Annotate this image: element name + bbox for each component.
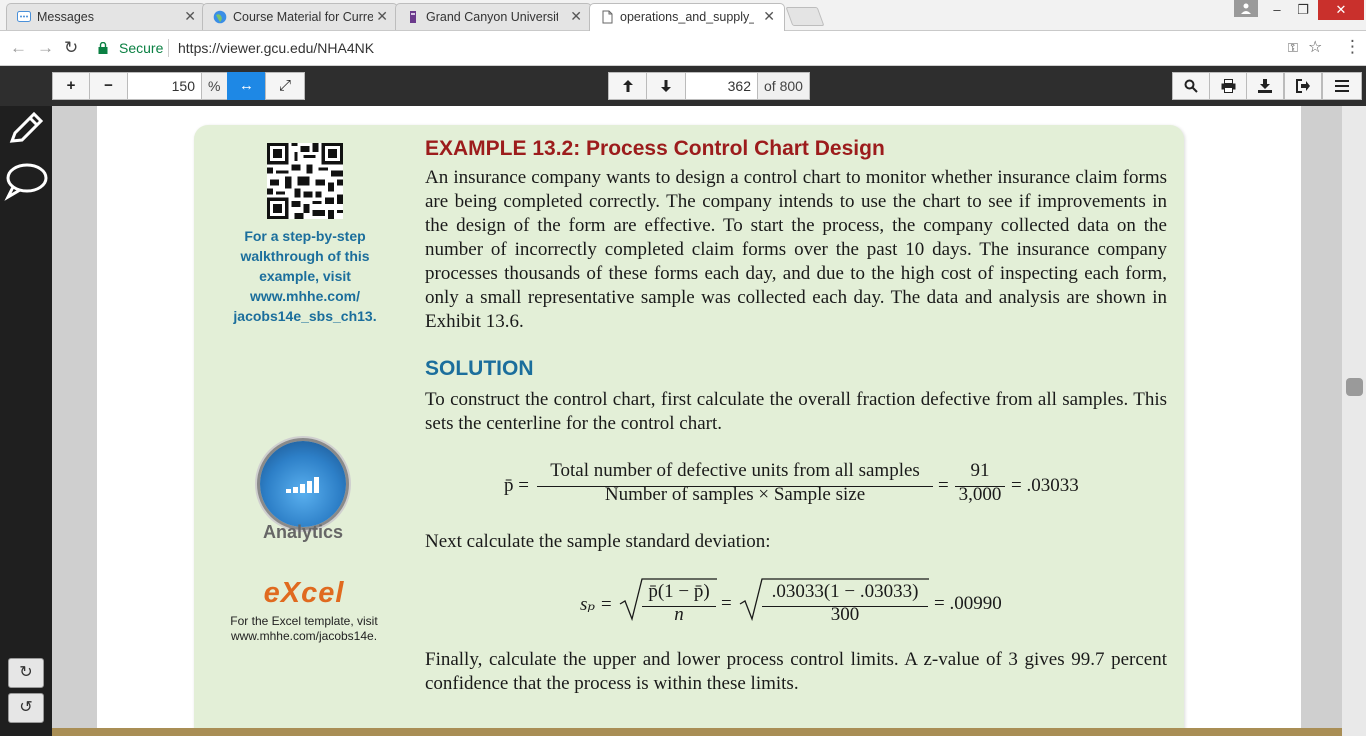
close-icon[interactable]: ✕ [763, 8, 775, 25]
exit-icon [1295, 79, 1310, 93]
download-icon [1258, 79, 1272, 93]
eq2-num2: .03033(1 − .03033) [771, 581, 919, 602]
comment-icon[interactable] [4, 161, 48, 206]
walkthrough-note: For a step-by-step walkthrough of this e… [233, 228, 377, 324]
print-button[interactable] [1209, 72, 1247, 100]
forward-arrow-icon[interactable]: → [37, 38, 54, 58]
eq1-num2: 91 [970, 460, 990, 481]
rotate-clockwise-button[interactable]: ↻ [8, 658, 44, 688]
close-icon[interactable]: ✕ [376, 8, 388, 25]
tab-course-material[interactable]: Course Material for Curre ✕ [202, 3, 398, 30]
zoom-unit: % [201, 72, 228, 100]
scrollbar-thumb[interactable] [1346, 378, 1363, 396]
eq2-den2: 300 [830, 604, 860, 625]
pencil-icon[interactable] [6, 109, 46, 154]
search-button[interactable] [1172, 72, 1210, 100]
gcu-icon [406, 10, 420, 24]
viewer-toolbar: + − 150 % ↔ ⤢ 362 of 800 [0, 66, 1366, 106]
vertical-scrollbar[interactable] [1342, 106, 1366, 736]
url-text: https://viewer.gcu.edu/NHA4NK [178, 40, 375, 56]
close-window-button[interactable]: ✕ [1318, 0, 1364, 20]
tab-strip: Messages ✕ Course Material for Curre ✕ G… [0, 0, 1366, 31]
tab-label: Grand Canyon University [426, 10, 558, 24]
document-viewport: For a step-by-step walkthrough of this e… [52, 106, 1342, 736]
fit-width-button[interactable]: ↔ [227, 72, 266, 100]
fullscreen-button[interactable]: ⤢ [265, 72, 305, 100]
next-sentence: Next calculate the sample standard devia… [425, 531, 771, 552]
arrow-down-icon [661, 80, 671, 92]
eq2-den: n [674, 604, 684, 625]
lock-icon [98, 36, 108, 62]
eq2-num: p̄(1 − p̄) [648, 581, 710, 602]
page-total: of 800 [757, 72, 810, 100]
address-bar: ← → ↻ Secure https://viewer.gcu.edu/NHA4… [0, 31, 1366, 66]
star-icon[interactable]: ☆ [1308, 36, 1322, 60]
tab-label: Messages [37, 10, 94, 24]
excel-note: For the Excel template, visit www.mhhe.c… [230, 614, 378, 643]
eq1-numerator: Total number of defective units from all… [550, 460, 920, 481]
minimize-button[interactable]: – [1264, 0, 1290, 20]
document-icon [600, 10, 614, 24]
eq1-equals: = [938, 475, 949, 496]
analytics-icon [260, 441, 346, 527]
rotate-counterclockwise-button[interactable]: ↺ [8, 693, 44, 723]
hamburger-icon [1335, 80, 1349, 92]
solution-heading: SOLUTION [425, 357, 534, 380]
tab-messages[interactable]: Messages ✕ [6, 3, 206, 30]
eq1-result: = .03033 [1011, 475, 1079, 496]
globe-icon [213, 10, 227, 24]
zoom-out-button[interactable]: − [89, 72, 128, 100]
profile-icon[interactable] [1234, 0, 1258, 17]
print-icon [1221, 79, 1235, 93]
zoom-in-button[interactable]: + [52, 72, 90, 100]
tab-label: Course Material for Curre [233, 10, 373, 24]
tab-gcu[interactable]: Grand Canyon University ✕ [395, 3, 592, 30]
back-arrow-icon[interactable]: ← [10, 38, 27, 58]
qr-code [267, 143, 343, 219]
example-title: EXAMPLE 13.2: Process Control Chart Desi… [425, 137, 885, 160]
eq2-equals: = [721, 593, 732, 614]
eq1-den2: 3,000 [958, 484, 1002, 505]
zoom-input[interactable]: 150 [127, 72, 202, 100]
search-icon [1184, 79, 1198, 93]
url-field[interactable]: Secure https://viewer.gcu.edu/NHA4NK ⚿ ☆ [92, 36, 1342, 60]
prev-page-button[interactable] [608, 72, 647, 100]
solution-paragraph: To construct the control chart, first ca… [425, 389, 1167, 434]
menu-dots-icon[interactable]: ⋮ [1344, 37, 1361, 57]
excel-logo: eXcel [263, 577, 345, 609]
secure-label: Secure [119, 40, 164, 56]
analytics-label: Analytics [262, 522, 344, 542]
menu-button[interactable] [1322, 72, 1362, 100]
annotation-rail: ↻ ↺ [0, 106, 52, 736]
eq2-result: = .00990 [934, 593, 1002, 614]
final-paragraph: Finally, calculate the upper and lower p… [425, 649, 1167, 694]
eq1-denominator: Number of samples × Sample size [604, 484, 866, 505]
desktop-strip [52, 728, 1342, 736]
download-button[interactable] [1246, 72, 1284, 100]
messages-icon [17, 10, 31, 24]
tab-operations-pdf[interactable]: operations_and_supply_c ✕ [589, 3, 785, 31]
next-page-button[interactable] [646, 72, 686, 100]
eq2-lhs: sₚ = [580, 594, 613, 615]
example-box: For a step-by-step walkthrough of this e… [194, 125, 1184, 736]
close-icon[interactable]: ✕ [570, 8, 582, 25]
reload-icon[interactable]: ↻ [64, 38, 78, 58]
key-icon[interactable]: ⚿ [1288, 36, 1298, 60]
url-separator [168, 39, 169, 57]
tab-label: operations_and_supply_c [620, 10, 754, 24]
restore-button[interactable]: ❐ [1290, 0, 1316, 20]
signout-button[interactable] [1284, 72, 1322, 100]
close-icon[interactable]: ✕ [184, 8, 196, 25]
intro-paragraph: An insurance company wants to design a c… [425, 167, 1167, 332]
pdf-page: For a step-by-step walkthrough of this e… [97, 106, 1301, 736]
arrow-up-icon [622, 80, 633, 92]
eq1-lhs: p̄ = [504, 475, 529, 496]
page-number-input[interactable]: 362 [685, 72, 758, 100]
new-tab-button[interactable] [785, 7, 825, 26]
